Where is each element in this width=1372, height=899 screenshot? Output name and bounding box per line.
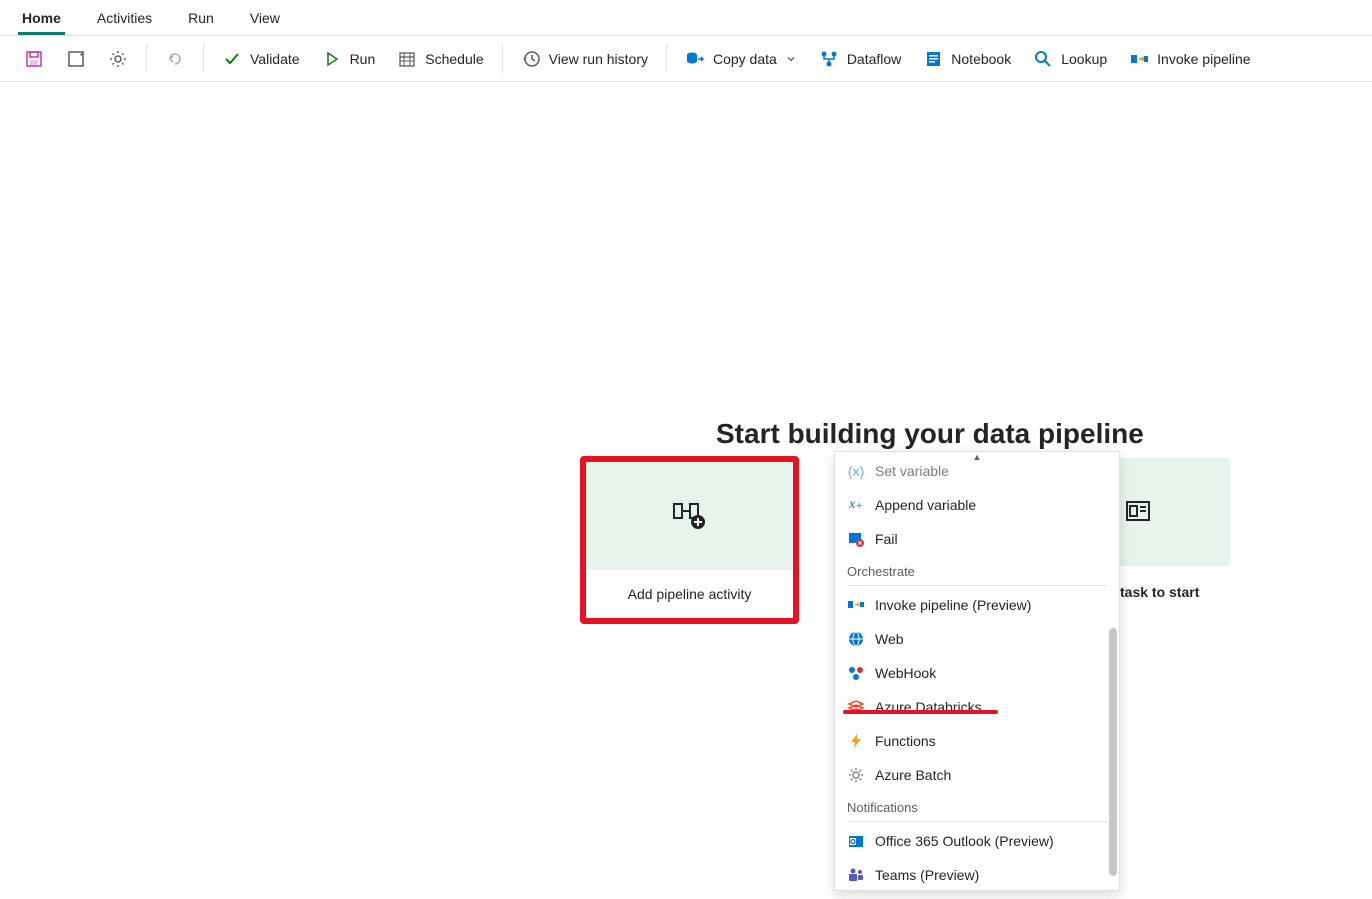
copy-data-button[interactable]: Copy data (677, 45, 805, 73)
toolbar-divider (203, 45, 204, 73)
dropdown-item-label: Invoke pipeline (Preview) (875, 597, 1031, 613)
toolbar-divider (146, 45, 147, 73)
add-activity-card-label: Add pipeline activity (586, 570, 793, 618)
dropdown-item-office365-outlook[interactable]: Office 365 Outlook (Preview) (835, 824, 1119, 858)
toolbar-divider (666, 45, 667, 73)
activity-dropdown: ▲ (x) Set variable x+ Append variable Fa… (834, 451, 1120, 891)
dropdown-item-label: Functions (875, 733, 936, 749)
dropdown-item-label: Fail (875, 531, 898, 547)
pipeline-add-icon (672, 498, 708, 534)
choose-task-icon-area (1120, 458, 1230, 566)
var-icon: (x) (847, 462, 865, 480)
invoke-pipeline-icon (1129, 49, 1149, 69)
undo-button[interactable] (157, 45, 193, 73)
dropdown-item-teams[interactable]: Teams (Preview) (835, 858, 1119, 891)
dropdown-item-fail[interactable]: Fail (835, 522, 1119, 556)
tab-home[interactable]: Home (18, 2, 65, 35)
history-icon (521, 49, 541, 69)
dataflow-icon (819, 49, 839, 69)
globe-icon (847, 630, 865, 648)
invoke-pipeline-button[interactable]: Invoke pipeline (1121, 45, 1258, 73)
save-button[interactable] (16, 45, 52, 73)
check-icon (222, 49, 242, 69)
dropdown-item-label: WebHook (875, 665, 936, 681)
notebook-label: Notebook (951, 51, 1011, 67)
schedule-label: Schedule (425, 51, 483, 67)
dropdown-section-notifications: Notifications (835, 792, 1119, 819)
dropdown-item-label: Office 365 Outlook (Preview) (875, 833, 1054, 849)
save-as-button[interactable] (58, 45, 94, 73)
choose-task-label: task to start (1120, 566, 1230, 600)
invoke-pipeline-label: Invoke pipeline (1157, 51, 1250, 67)
gear-icon (847, 766, 865, 784)
toolbar-divider (502, 45, 503, 73)
invoke-pipeline-icon (847, 596, 865, 614)
dropdown-item-label: Teams (Preview) (875, 867, 979, 883)
annotation-underline (843, 710, 998, 714)
run-button[interactable]: Run (314, 45, 384, 73)
dropdown-section-orchestrate: Orchestrate (835, 556, 1119, 583)
undo-icon (165, 49, 185, 69)
add-pipeline-activity-card[interactable]: Add pipeline activity (580, 456, 799, 624)
copy-data-label: Copy data (713, 51, 777, 67)
dropdown-item-azure-batch[interactable]: Azure Batch (835, 758, 1119, 792)
template-icon (1124, 498, 1152, 526)
save-icon (24, 49, 44, 69)
dropdown-item-functions[interactable]: Functions (835, 724, 1119, 758)
search-icon (1033, 49, 1053, 69)
canvas-headline: Start building your data pipeline (716, 418, 1144, 450)
settings-button[interactable] (100, 45, 136, 73)
toolbar: Validate Run Schedule View run history C… (0, 36, 1372, 82)
pipeline-canvas[interactable]: Start building your data pipeline Add pi… (0, 82, 1372, 899)
dropdown-item-web[interactable]: Web (835, 622, 1119, 656)
outlook-icon (847, 832, 865, 850)
validate-button[interactable]: Validate (214, 45, 308, 73)
add-activity-card-icon-area (586, 462, 793, 570)
dropdown-separator (847, 585, 1107, 586)
tab-run[interactable]: Run (184, 2, 218, 35)
dropdown-item-webhook[interactable]: WebHook (835, 656, 1119, 690)
dataflow-label: Dataflow (847, 51, 901, 67)
tab-activities[interactable]: Activities (93, 2, 156, 35)
dropdown-item-label: Append variable (875, 497, 976, 513)
choose-task-card[interactable]: task to start (1120, 458, 1230, 622)
dropdown-item-label: Web (875, 631, 904, 647)
dropdown-item-azure-databricks[interactable]: Azure Databricks (835, 690, 1119, 724)
lookup-button[interactable]: Lookup (1025, 45, 1115, 73)
append-var-icon: x+ (847, 496, 865, 514)
save-as-icon (66, 49, 86, 69)
teams-icon (847, 866, 865, 884)
notebook-icon (923, 49, 943, 69)
gear-icon (108, 49, 128, 69)
fail-icon (847, 530, 865, 548)
history-label: View run history (549, 51, 648, 67)
play-icon (322, 49, 342, 69)
notebook-button[interactable]: Notebook (915, 45, 1019, 73)
tab-view[interactable]: View (246, 2, 284, 35)
view-run-history-button[interactable]: View run history (513, 45, 656, 73)
scroll-up-arrow[interactable]: ▲ (835, 452, 1119, 462)
chevron-down-icon (785, 49, 797, 69)
dropdown-scrollbar[interactable] (1109, 628, 1117, 876)
dropdown-item-set-variable[interactable]: (x) Set variable (835, 462, 1119, 488)
run-label: Run (350, 51, 376, 67)
validate-label: Validate (250, 51, 300, 67)
copy-data-icon (685, 49, 705, 69)
dropdown-item-label: Azure Batch (875, 767, 951, 783)
dropdown-item-append-variable[interactable]: x+ Append variable (835, 488, 1119, 522)
dropdown-item-invoke-pipeline[interactable]: Invoke pipeline (Preview) (835, 588, 1119, 622)
webhook-icon (847, 664, 865, 682)
lookup-label: Lookup (1061, 51, 1107, 67)
dropdown-item-label: Set variable (875, 463, 949, 479)
functions-icon (847, 732, 865, 750)
schedule-button[interactable]: Schedule (389, 45, 491, 73)
ribbon-tabs: Home Activities Run View (0, 0, 1372, 36)
dropdown-separator (847, 821, 1107, 822)
calendar-icon (397, 49, 417, 69)
dataflow-button[interactable]: Dataflow (811, 45, 909, 73)
